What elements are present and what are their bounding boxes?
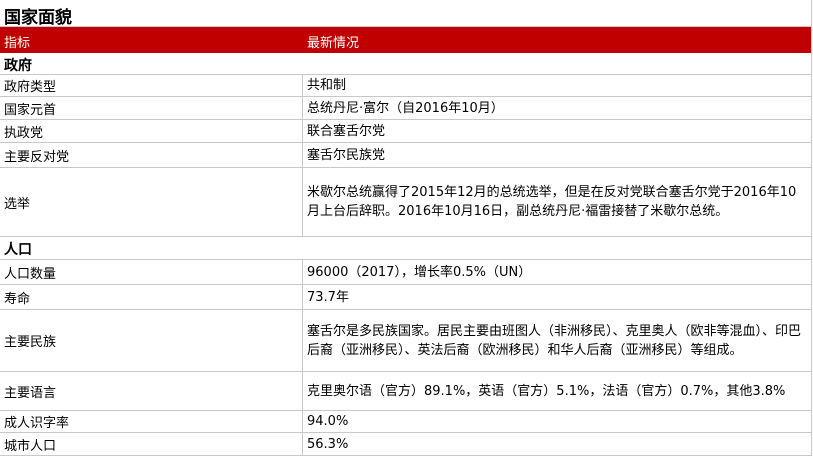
row-label-cell[interactable]: 主要语言 <box>0 372 303 410</box>
row-label-cell[interactable]: 寿命 <box>0 285 303 309</box>
table-row[interactable]: 城市人口 56.3% <box>0 433 812 456</box>
table-row[interactable]: 人口数量 96000（2017），增长率0.5%（UN） <box>0 260 812 285</box>
row-value-cell[interactable]: 总统丹尼·富尔（自2016年10月） <box>303 97 812 119</box>
table-row[interactable]: 主要民族 塞舌尔是多民族国家。居民主要由班图人（非洲移民）、克里奥人（欧非等混血… <box>0 310 812 372</box>
row-value: 总统丹尼·富尔（自2016年10月） <box>307 100 504 116</box>
row-label-cell[interactable]: 国家元首 <box>0 97 303 119</box>
row-label-cell[interactable]: 成人识字率 <box>0 411 303 432</box>
table-row[interactable]: 国家元首 总统丹尼·富尔（自2016年10月） <box>0 97 812 120</box>
row-value: 94.0% <box>307 414 349 429</box>
row-label-cell[interactable]: 主要民族 <box>0 310 303 371</box>
row-label: 选举 <box>4 196 31 212</box>
row-label: 人口数量 <box>4 266 57 282</box>
row-value-cell[interactable]: 米歇尔总统赢得了2015年12月的总统选举，但是在反对党联合塞舌尔党于2016年… <box>303 168 812 236</box>
header-latest-status: 最新情况 <box>307 36 360 51</box>
row-label: 主要反对党 <box>4 149 70 165</box>
row-value: 共和制 <box>307 78 347 93</box>
row-value-cell[interactable]: 塞舌尔是多民族国家。居民主要由班图人（非洲移民）、克里奥人（欧非等混血）、印巴后… <box>303 310 812 371</box>
row-value: 联合塞舌尔党 <box>307 123 386 139</box>
row-value: 塞舌尔民族党 <box>307 147 386 163</box>
row-label: 寿命 <box>4 291 31 307</box>
row-label-cell[interactable]: 政府类型 <box>0 75 303 96</box>
row-value: 克里奥尔语（官方）89.1%，英语（官方）5.1%，法语（官方）0.7%，其他3… <box>307 383 786 399</box>
row-label: 城市人口 <box>4 438 57 454</box>
section-government: 政府 <box>0 53 812 75</box>
row-value: 56.3% <box>307 436 349 452</box>
row-label-cell[interactable]: 执政党 <box>0 120 303 142</box>
row-label: 主要民族 <box>4 335 57 350</box>
row-label: 执政党 <box>4 125 44 141</box>
section-title: 人口 <box>4 242 32 258</box>
country-profile-sheet: 国家面貌 指标 最新情况 政府 政府类型 共和制 国家元首 总统丹尼·富尔（自2… <box>0 0 812 456</box>
row-label: 国家元首 <box>4 102 57 118</box>
section-title: 政府 <box>4 58 32 74</box>
row-value: 96000（2017），增长率0.5%（UN） <box>307 264 532 280</box>
row-label-cell[interactable]: 主要反对党 <box>0 143 303 167</box>
row-value: 73.7年 <box>307 289 349 305</box>
row-value: 塞舌尔是多民族国家。居民主要由班图人（非洲移民）、克里奥人（欧非等混血）、印巴后… <box>307 323 802 358</box>
row-value-cell[interactable]: 96000（2017），增长率0.5%（UN） <box>303 260 812 284</box>
table-row[interactable]: 政府类型 共和制 <box>0 75 812 97</box>
row-label: 主要语言 <box>4 385 57 401</box>
row-value-cell[interactable]: 联合塞舌尔党 <box>303 120 812 142</box>
row-value-cell[interactable]: 56.3% <box>303 433 812 455</box>
row-label-cell[interactable]: 选举 <box>0 168 303 236</box>
table-row[interactable]: 选举 米歇尔总统赢得了2015年12月的总统选举，但是在反对党联合塞舌尔党于20… <box>0 168 812 237</box>
row-value-cell[interactable]: 94.0% <box>303 411 812 432</box>
row-value-cell[interactable]: 塞舌尔民族党 <box>303 143 812 167</box>
row-value-cell[interactable]: 73.7年 <box>303 285 812 309</box>
table-row[interactable]: 主要语言 克里奥尔语（官方）89.1%，英语（官方）5.1%，法语（官方）0.7… <box>0 372 812 411</box>
table-row[interactable]: 主要反对党 塞舌尔民族党 <box>0 143 812 168</box>
row-label: 政府类型 <box>4 80 57 95</box>
table-row[interactable]: 寿命 73.7年 <box>0 285 812 310</box>
row-label: 成人识字率 <box>4 416 70 431</box>
sheet-title: 国家面貌 <box>4 8 72 28</box>
row-value-cell[interactable]: 克里奥尔语（官方）89.1%，英语（官方）5.1%，法语（官方）0.7%，其他3… <box>303 372 812 410</box>
row-label-cell[interactable]: 人口数量 <box>0 260 303 284</box>
table-right-border <box>811 0 812 456</box>
table-row[interactable]: 成人识字率 94.0% <box>0 411 812 433</box>
section-population: 人口 <box>0 237 812 260</box>
row-label-cell[interactable]: 城市人口 <box>0 433 303 455</box>
table-header-row: 指标 最新情况 <box>0 27 812 53</box>
sheet-title-row: 国家面貌 <box>0 0 812 28</box>
row-value-cell[interactable]: 共和制 <box>303 75 812 96</box>
header-indicator: 指标 <box>4 36 31 51</box>
table-row[interactable]: 执政党 联合塞舌尔党 <box>0 120 812 143</box>
row-value: 米歇尔总统赢得了2015年12月的总统选举，但是在反对党联合塞舌尔党于2016年… <box>307 185 797 219</box>
